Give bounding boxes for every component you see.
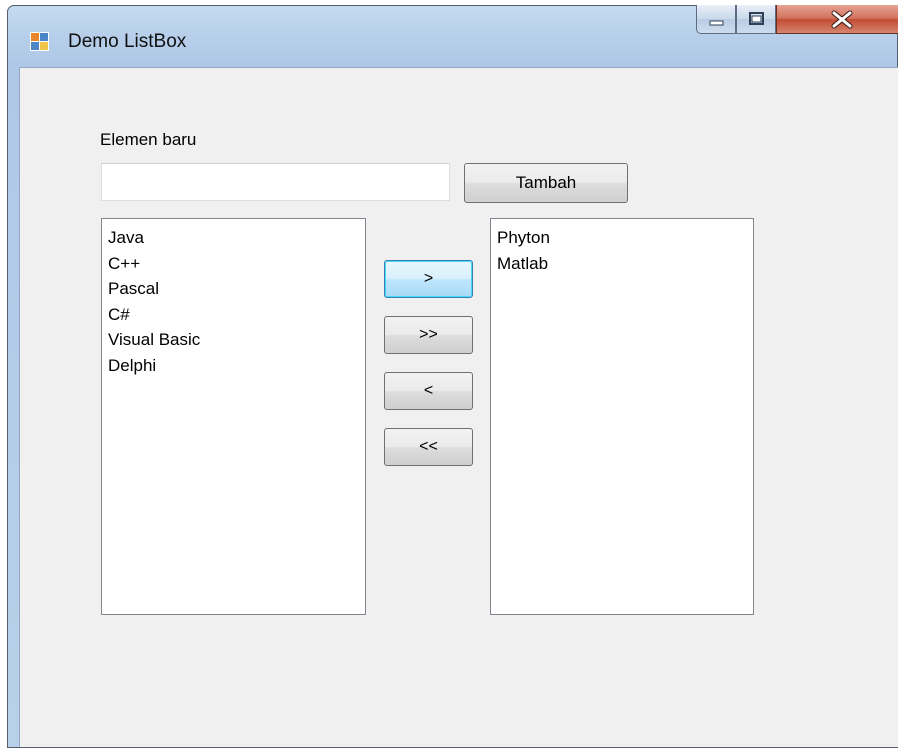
windows-form-icon bbox=[30, 32, 49, 51]
left-listbox[interactable]: Java C++ Pascal C# Visual Basic Delphi bbox=[101, 218, 366, 615]
list-item[interactable]: C# bbox=[108, 302, 365, 328]
maximize-icon bbox=[749, 12, 764, 25]
minimize-button[interactable] bbox=[696, 5, 736, 34]
form-client-area: Elemen baru Tambah Java C++ Pascal C# Vi… bbox=[19, 67, 898, 747]
list-item[interactable]: C++ bbox=[108, 251, 365, 277]
close-button[interactable] bbox=[776, 5, 898, 34]
right-listbox[interactable]: Phyton Matlab bbox=[490, 218, 754, 615]
new-element-input[interactable] bbox=[101, 163, 450, 201]
new-element-label: Elemen baru bbox=[100, 130, 197, 149]
move-right-button[interactable]: > bbox=[384, 260, 473, 298]
window-title: Demo ListBox bbox=[68, 31, 187, 52]
app-window: Demo ListBox Elemen baru Tambah Java C++… bbox=[7, 5, 898, 748]
list-item[interactable]: Visual Basic bbox=[108, 327, 365, 353]
list-item[interactable]: Java bbox=[108, 225, 365, 251]
add-button[interactable]: Tambah bbox=[464, 163, 628, 203]
list-item[interactable]: Pascal bbox=[108, 276, 365, 302]
list-item[interactable]: Phyton bbox=[497, 225, 753, 251]
move-left-button[interactable]: < bbox=[384, 372, 473, 410]
move-all-left-button[interactable]: << bbox=[384, 428, 473, 466]
move-all-right-button[interactable]: >> bbox=[384, 316, 473, 354]
list-item[interactable]: Matlab bbox=[497, 251, 753, 277]
close-icon bbox=[831, 10, 853, 29]
minimize-icon bbox=[709, 20, 724, 26]
list-item[interactable]: Delphi bbox=[108, 353, 365, 379]
maximize-button[interactable] bbox=[736, 5, 776, 34]
